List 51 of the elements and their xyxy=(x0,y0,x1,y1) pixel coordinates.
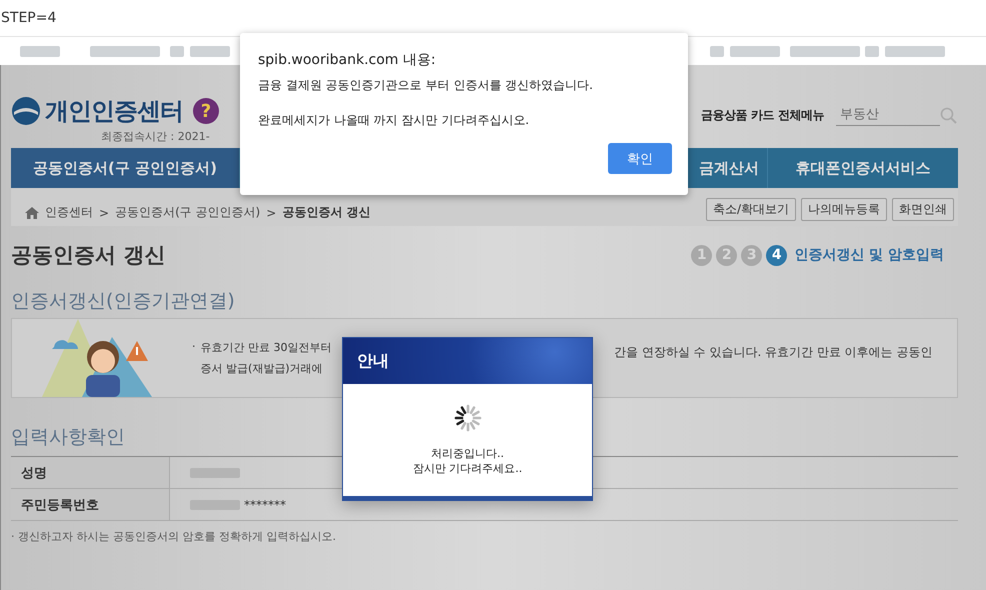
loading-message: 잠시만 기다려주세요.. xyxy=(412,461,522,476)
nav-tab[interactable]: 휴대폰인증서서비스 xyxy=(768,148,958,188)
blurred-bookmark[interactable] xyxy=(730,46,780,57)
step-label: 인증서갱신 및 암호입력 xyxy=(794,246,944,264)
breadcrumb-separator: > xyxy=(266,206,276,220)
notice-text: 간을 연장하실 수 있습니다. 유효기간 만료 이후에는 공동인 xyxy=(614,344,933,361)
logo-icon xyxy=(11,96,41,126)
notice-text: 유효기간 만료 30일전부터 xyxy=(200,340,332,355)
blurred-bookmark[interactable] xyxy=(90,46,160,57)
masked-value: ******* xyxy=(244,498,286,512)
blurred-bookmark[interactable] xyxy=(865,46,879,57)
dialog-message: 완료메세지가 나올때 까지 잠시만 기다려주십시오. xyxy=(258,112,530,129)
blurred-bookmark[interactable] xyxy=(170,46,184,57)
header-link[interactable]: 전체메뉴 xyxy=(778,107,824,124)
popup-title: 안내 xyxy=(357,350,389,372)
breadcrumb-separator: > xyxy=(99,206,110,220)
last-login-text: 최종접속시간 : 2021- xyxy=(101,129,211,144)
tool-button[interactable]: 화면인쇄 xyxy=(892,198,954,221)
address-text[interactable]: STEP=4 xyxy=(1,10,56,26)
section-title: 인증서갱신(인증기관연결) xyxy=(11,289,235,314)
blurred-value xyxy=(190,468,240,478)
home-icon[interactable] xyxy=(25,206,39,218)
tool-button[interactable]: 축소/확대보기 xyxy=(706,198,796,221)
dialog-title: spib.wooribank.com 내용: xyxy=(258,51,437,69)
blurred-bookmark[interactable] xyxy=(190,46,230,57)
search-icon[interactable] xyxy=(940,106,958,124)
blurred-bookmark[interactable] xyxy=(790,46,860,57)
site-logo[interactable]: 개인인증센터 xyxy=(45,95,183,127)
nav-tab[interactable]: 공동인증서(구 공인인증서) xyxy=(11,148,240,188)
breadcrumb-link[interactable]: 인증센터 xyxy=(45,204,93,221)
note-text: · 갱신하고자 하시는 공동인증서의 암호를 정확하게 입력하십시오. xyxy=(11,529,337,544)
help-button[interactable]: ? xyxy=(193,98,219,124)
blurred-bookmark[interactable] xyxy=(710,46,724,57)
blurred-bookmark[interactable] xyxy=(20,46,60,57)
notice-text: 증서 발급(재발급)거래에 xyxy=(200,361,324,376)
page-title: 공동인증서 갱신 xyxy=(11,242,166,269)
loading-message: 처리중입니다.. xyxy=(431,446,504,461)
ok-button[interactable]: 확인 xyxy=(608,143,672,174)
breadcrumb-link[interactable]: 공동인증서(구 공인인증서) xyxy=(115,204,260,221)
blurred-bookmark[interactable] xyxy=(885,46,945,57)
breadcrumb-link[interactable]: 공동인증서 갱신 xyxy=(282,204,370,221)
bullet-mark: · xyxy=(192,340,196,355)
search-field[interactable]: 부동산 xyxy=(836,105,940,126)
blurred-value xyxy=(190,500,240,510)
spinner-icon xyxy=(452,402,484,434)
header-link[interactable]: 카드 xyxy=(751,107,774,124)
header-link[interactable]: 금융상품 xyxy=(701,107,747,124)
step-indicator: 4 xyxy=(766,244,788,266)
section-title: 입력사항확인 xyxy=(11,425,125,450)
dialog-message: 금융 결제원 공동인증기관으로 부터 인증서를 갱신하였습니다. xyxy=(258,77,594,94)
tool-button[interactable]: 나의메뉴등록 xyxy=(801,198,887,221)
